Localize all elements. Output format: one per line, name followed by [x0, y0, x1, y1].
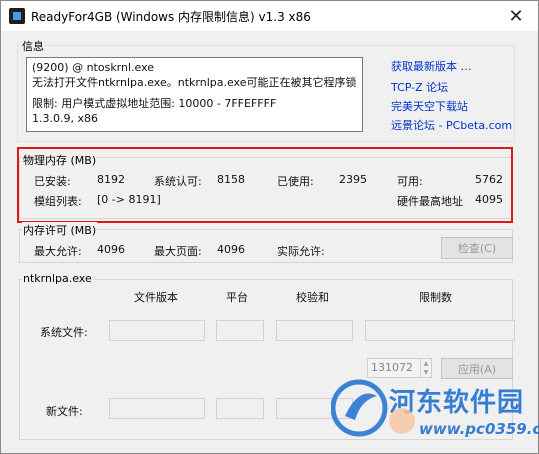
module-list-label: 模组列表:: [34, 195, 82, 208]
info-line: (9200) @ ntoskrnl.exe: [32, 61, 155, 74]
close-button[interactable]: ✕: [498, 3, 534, 29]
column-header-platform: 平台: [226, 291, 248, 304]
info-line: 无法打开文件ntkrnlpa.exe。ntkrnlpa.exe可能正在被其它程序…: [32, 76, 357, 89]
system-file-label: 系统文件:: [40, 326, 88, 339]
system-file-checksum-field[interactable]: [276, 320, 353, 341]
system-file-platform-field[interactable]: [216, 320, 264, 341]
actual-allowed-label: 实际允许:: [277, 245, 325, 258]
app-icon: [9, 8, 25, 24]
limit-spinbox[interactable]: 131072 ▲ ▼: [367, 358, 432, 378]
system-allowed-value: 8158: [217, 173, 245, 186]
app-window: ReadyFor4GB (Windows 内存限制信息) v1.3 x86 ✕ …: [0, 0, 539, 454]
installed-value: 8192: [97, 173, 125, 186]
spin-arrows-icon[interactable]: ▲ ▼: [420, 359, 431, 377]
apply-button[interactable]: 应用(A): [441, 358, 513, 379]
max-page-value: 4096: [217, 243, 245, 256]
close-icon: ✕: [508, 5, 524, 27]
download-site-link[interactable]: 完美天空下载站: [391, 98, 468, 114]
available-value: 5762: [475, 173, 503, 186]
system-file-version-field[interactable]: [109, 320, 205, 341]
max-allowed-label: 最大允许:: [34, 245, 82, 258]
hardware-max-address-label: 硬件最高地址: [397, 195, 463, 208]
memory-commit-label: 内存许可 (MB): [22, 222, 98, 238]
ntkrnlpa-group-label: ntkrnlpa.exe: [22, 272, 93, 285]
new-file-label: 新文件:: [46, 405, 83, 418]
hardware-max-address-value: 4095: [475, 193, 503, 206]
new-file-checksum-field[interactable]: [276, 398, 353, 419]
title-bar[interactable]: ReadyFor4GB (Windows 内存限制信息) v1.3 x86 ✕: [1, 1, 538, 31]
info-line: 1.3.0.9, x86: [32, 112, 98, 125]
highlight-frame: [17, 147, 513, 223]
system-file-limit-field[interactable]: [365, 320, 515, 341]
max-page-label: 最大页面:: [154, 245, 202, 258]
tcpz-forum-link[interactable]: TCP-Z 论坛: [391, 79, 448, 95]
column-header-checksum: 校验和: [296, 291, 329, 304]
limit-spinbox-value: 131072: [371, 361, 413, 374]
available-label: 可用:: [397, 175, 423, 188]
pcbeta-forum-link[interactable]: 远景论坛 - PCbeta.com: [391, 117, 512, 133]
info-line: 限制: 用户模式虚拟地址范围: 10000 - 7FFEFFFF: [32, 97, 277, 110]
system-allowed-label: 系统认可:: [154, 175, 202, 188]
info-group-label: 信息: [21, 38, 45, 54]
used-value: 2395: [339, 173, 367, 186]
max-allowed-value: 4096: [97, 243, 125, 256]
column-header-file-version: 文件版本: [134, 291, 178, 304]
installed-label: 已安装:: [34, 175, 71, 188]
new-file-platform-field[interactable]: [216, 398, 264, 419]
column-header-limit-count: 限制数: [419, 291, 452, 304]
window-title: ReadyFor4GB (Windows 内存限制信息) v1.3 x86: [31, 10, 311, 24]
new-file-version-field[interactable]: [109, 398, 205, 419]
get-latest-version-link[interactable]: 获取最新版本 …: [391, 58, 472, 74]
used-label: 已使用:: [277, 175, 314, 188]
info-text-box[interactable]: (9200) @ ntoskrnl.exe 无法打开文件ntkrnlpa.exe…: [26, 57, 363, 132]
module-list-value: [0 -> 8191]: [97, 193, 161, 206]
check-button[interactable]: 检查(C): [441, 237, 513, 259]
